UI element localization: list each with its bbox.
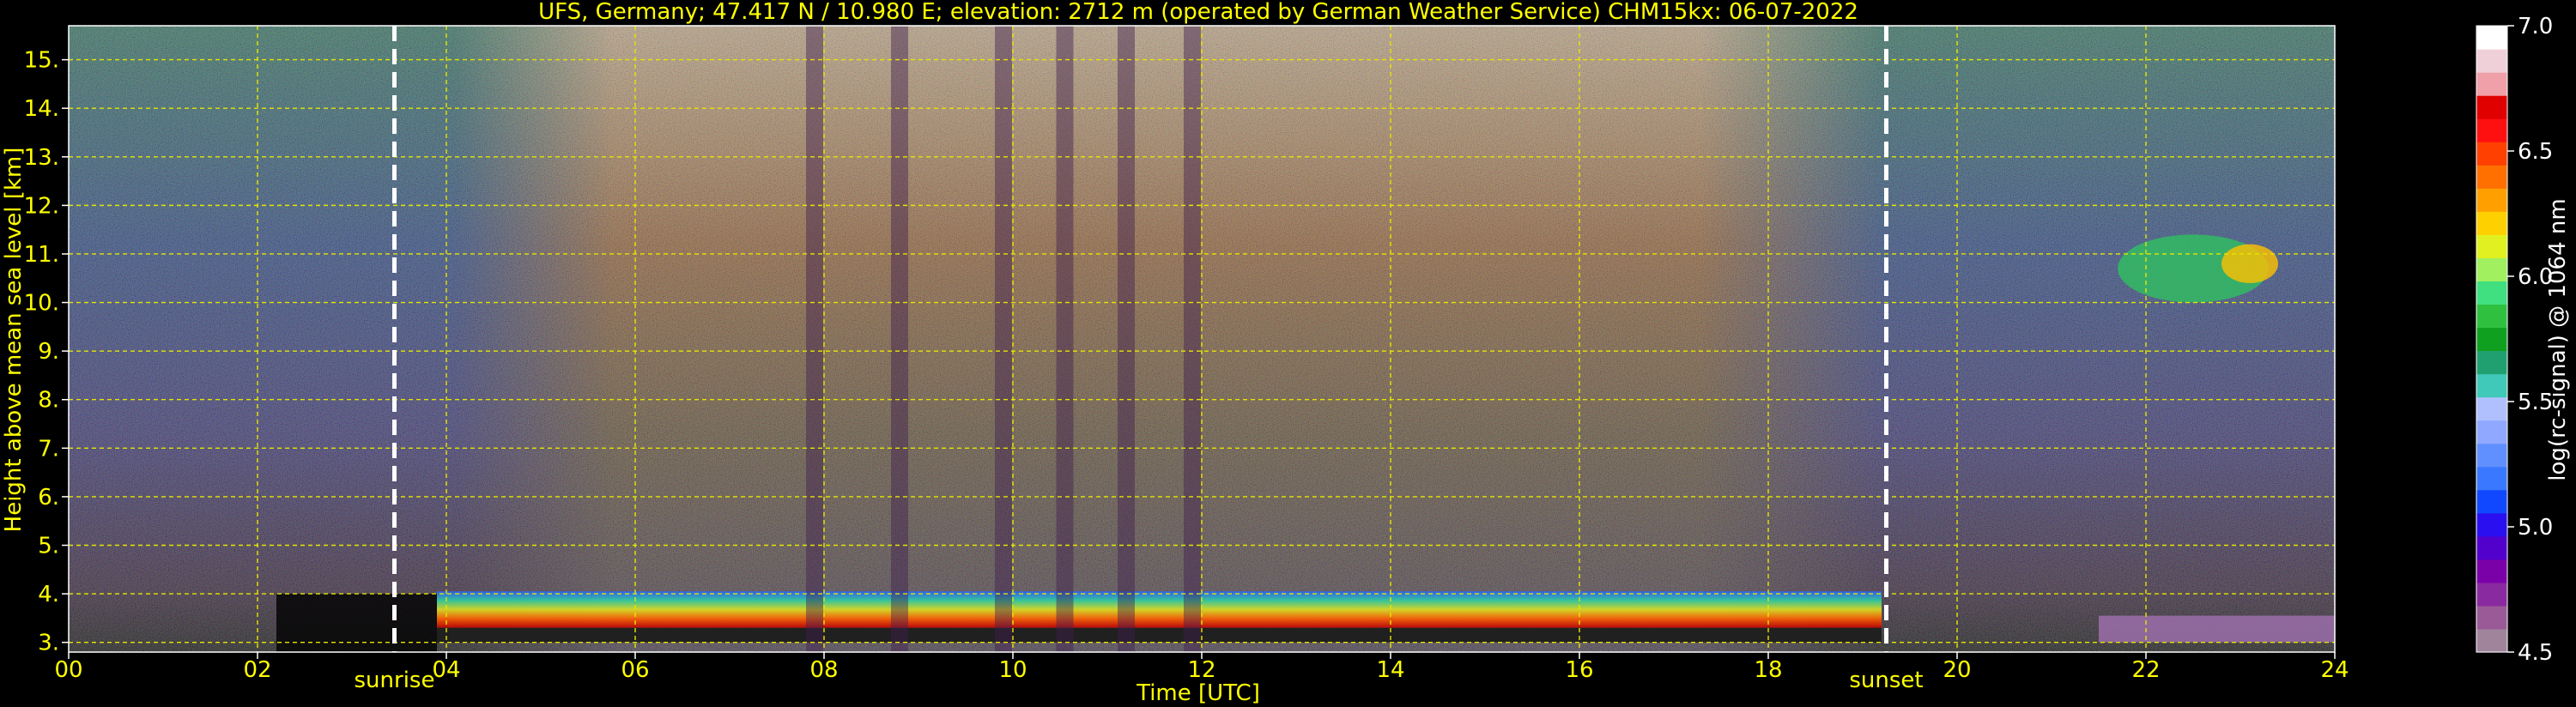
- colorbar-tick-label: 5.0: [2518, 515, 2553, 541]
- colorbar-segment: [2476, 466, 2507, 491]
- colorbar-segment: [2476, 489, 2507, 514]
- x-tick-label: 04: [432, 657, 460, 683]
- x-tick-label: 00: [54, 657, 82, 683]
- y-tick-label: 5.: [38, 534, 59, 559]
- signal-column: [1184, 26, 1201, 652]
- y-tick-label: 3.: [38, 631, 59, 656]
- y-tick-label: 9.: [38, 339, 59, 365]
- x-tick-label: 18: [1754, 657, 1782, 683]
- y-tick-label: 13.: [24, 145, 59, 171]
- colorbar-segment: [2476, 95, 2507, 119]
- evening-layer: [2099, 615, 2335, 643]
- signal-column: [995, 26, 1012, 652]
- colorbar-segment: [2476, 142, 2507, 166]
- colorbar-tick-label: 7.0: [2518, 14, 2553, 39]
- x-tick-label: 12: [1187, 657, 1215, 683]
- x-tick-label: 02: [243, 657, 271, 683]
- colorbar-segment: [2476, 582, 2507, 607]
- colorbar-label: log(rc-signal) @ 1064 nm: [2545, 198, 2571, 480]
- sunset-label: sunset: [1849, 668, 1923, 693]
- boundary-layer: [437, 591, 1882, 628]
- signal-column: [806, 26, 823, 652]
- signal-column: [1056, 26, 1074, 652]
- colorbar-segment: [2476, 350, 2507, 375]
- colorbar-segment: [2476, 118, 2507, 142]
- colorbar-segment: [2476, 512, 2507, 537]
- colorbar-segment: [2476, 304, 2507, 329]
- x-tick-label: 10: [998, 657, 1027, 683]
- cirrus-cloud-core: [2221, 244, 2278, 283]
- colorbar-segment: [2476, 535, 2507, 560]
- y-tick-label: 15.: [24, 48, 59, 74]
- colorbar-segment: [2476, 234, 2507, 258]
- y-tick-label: 7.: [38, 436, 59, 462]
- sunrise-label: sunrise: [355, 668, 435, 693]
- colorbar-segment: [2476, 165, 2507, 189]
- colorbar-segment: [2476, 420, 2507, 444]
- colorbar-segment: [2476, 72, 2507, 96]
- y-tick-label: 4.: [38, 582, 59, 607]
- colorbar-segment: [2476, 257, 2507, 282]
- x-axis-label: Time [UTC]: [1136, 680, 1260, 706]
- colorbar-segment: [2476, 281, 2507, 305]
- x-tick-label: 16: [1565, 657, 1593, 683]
- chart-title: UFS, Germany; 47.417 N / 10.980 E; eleva…: [538, 0, 1858, 25]
- ceilometer-chart: sunrise sunset 00 02 04 06 08 10 12 14 16 18 20 22 24…: [1, 0, 2571, 706]
- y-tick-label: 8.: [38, 388, 59, 414]
- colorbar-segment: [2476, 443, 2507, 468]
- colorbar-segment: [2476, 211, 2507, 235]
- y-tick-label: 6.: [38, 485, 59, 511]
- colorbar-tick-label: 4.5: [2518, 640, 2553, 666]
- y-tick-label: 14.: [24, 96, 59, 122]
- y-tick-label: 12.: [24, 193, 59, 219]
- colorbar-segment: [2476, 605, 2507, 630]
- x-tick-label: 22: [2131, 657, 2160, 683]
- y-tick-label: 10.: [24, 291, 59, 317]
- low-signal-region: [276, 594, 437, 652]
- colorbar-segment: [2476, 26, 2507, 50]
- x-tick-label: 24: [2320, 657, 2349, 683]
- x-tick-label: 08: [809, 657, 838, 683]
- signal-column: [1118, 26, 1135, 652]
- colorbar-tick-label: 6.5: [2518, 139, 2553, 165]
- colorbar-segment: [2476, 327, 2507, 352]
- colorbar-segment: [2476, 188, 2507, 212]
- colorbar: 4.55.05.56.06.57.0: [2476, 14, 2553, 666]
- colorbar-segment: [2476, 49, 2507, 73]
- x-tick-label: 14: [1376, 657, 1404, 683]
- colorbar-segment: [2476, 373, 2507, 398]
- colorbar-segment: [2476, 396, 2507, 421]
- x-tick-label: 20: [1943, 657, 1971, 683]
- colorbar-segment: [2476, 559, 2507, 583]
- y-tick-label: 11.: [24, 242, 59, 268]
- colorbar-segment: [2476, 628, 2507, 653]
- x-tick-label: 06: [621, 657, 649, 683]
- y-axis-label: Height above mean sea level [km]: [1, 148, 27, 533]
- signal-column: [891, 26, 908, 652]
- boundary-layer-base: [437, 627, 1882, 643]
